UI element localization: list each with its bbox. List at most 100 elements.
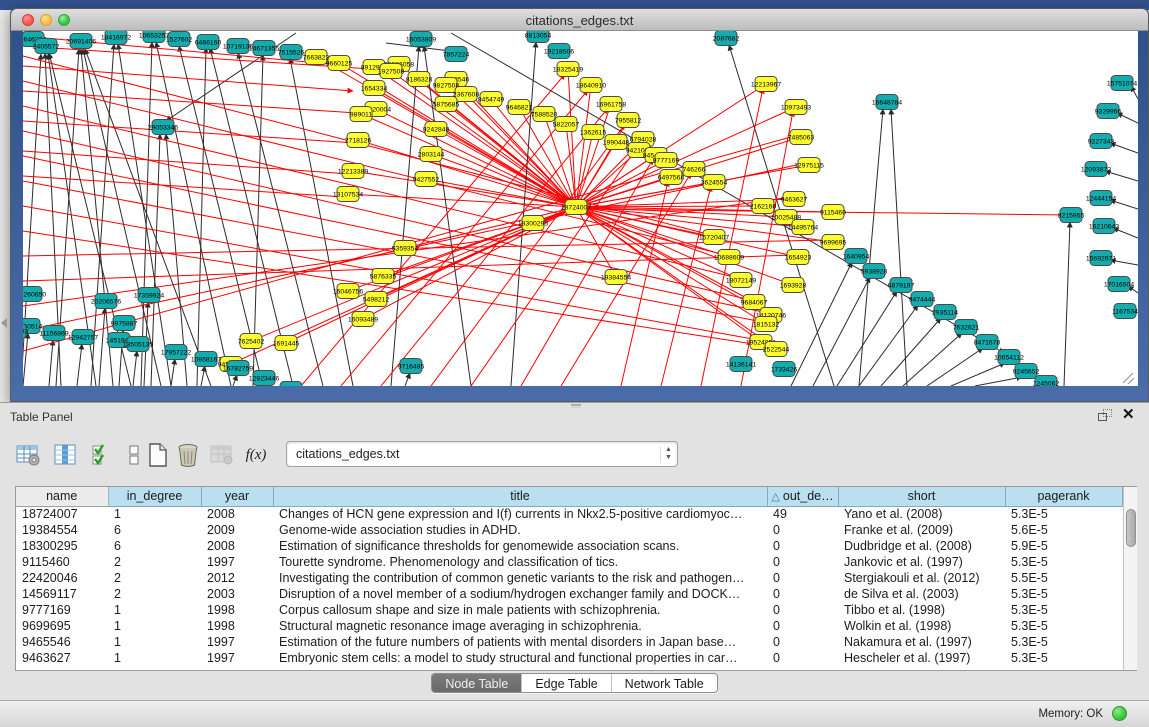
- edge[interactable]: [927, 348, 983, 386]
- network-node-selected[interactable]: 2803144: [418, 147, 445, 162]
- table-cell[interactable]: Corpus callosum shape and size in male p…: [273, 602, 767, 618]
- table-cell[interactable]: de Silva et al. (2003): [838, 586, 1005, 602]
- table-cell[interactable]: Yano et al. (2008): [838, 506, 1005, 522]
- table-cell[interactable]: 2008: [201, 506, 273, 522]
- edge[interactable]: [49, 340, 53, 386]
- network-node-selected[interactable]: 1691445: [273, 336, 300, 351]
- network-node-selected[interactable]: 2162160: [750, 199, 777, 214]
- network-node-selected[interactable]: 10973493: [781, 100, 811, 115]
- network-node[interactable]: 1167534: [1112, 304, 1138, 319]
- table-selector-dropdown[interactable]: citations_edges.txt ▲▼: [286, 441, 678, 467]
- table-row[interactable]: 969969511998Structural magnetic resonanc…: [16, 618, 1122, 634]
- network-node[interactable]: 1733426: [771, 362, 798, 377]
- table-row[interactable]: 946554611997Estimation of the future num…: [16, 634, 1122, 650]
- network-node[interactable]: 16053809: [406, 32, 436, 47]
- network-node[interactable]: 17957222: [161, 345, 191, 360]
- selected-edge[interactable]: [23, 91, 357, 113]
- new-table-icon[interactable]: [144, 441, 172, 469]
- table-cell[interactable]: 5.3E-5: [1005, 602, 1122, 618]
- network-node-selected[interactable]: 989011: [350, 107, 372, 122]
- network-node[interactable]: 12093872: [1081, 162, 1111, 177]
- table-cell[interactable]: Estimation of the future numbers of pati…: [273, 634, 767, 650]
- edge[interactable]: [859, 109, 883, 386]
- table-cell[interactable]: 0: [767, 522, 838, 538]
- column-header-short[interactable]: short: [838, 487, 1005, 506]
- edge[interactable]: [859, 305, 918, 386]
- table-cell[interactable]: 9777169: [16, 602, 108, 618]
- network-node-selected[interactable]: 9660125: [326, 56, 353, 71]
- network-node-selected[interactable]: 2522544: [763, 342, 790, 357]
- tab-network-table[interactable]: Network Table: [612, 674, 717, 692]
- window-titlebar[interactable]: citations_edges.txt: [11, 9, 1148, 31]
- table-cell[interactable]: 14569117: [16, 586, 108, 602]
- table-cell[interactable]: Investigating the contribution of common…: [273, 570, 767, 586]
- selected-edge[interactable]: [374, 88, 576, 207]
- column-header-title[interactable]: title: [273, 487, 767, 506]
- table-scrollbar[interactable]: [1123, 487, 1137, 670]
- network-node-selected[interactable]: 5822057: [553, 117, 580, 132]
- network-node-selected[interactable]: 5875685: [433, 97, 460, 112]
- network-node-selected[interactable]: 3624554: [701, 175, 728, 190]
- network-node-selected[interactable]: 18640910: [576, 78, 606, 93]
- network-node[interactable]: 12444154: [1086, 191, 1116, 206]
- table-cell[interactable]: 9699695: [16, 618, 108, 634]
- table-row[interactable]: 977716911998Corpus callosum shape and si…: [16, 602, 1122, 618]
- network-node-selected[interactable]: 9777169: [653, 153, 680, 168]
- column-header-out_de[interactable]: △ out_de…: [767, 487, 838, 506]
- network-node-selected[interactable]: 18325419: [553, 62, 583, 77]
- table-cell[interactable]: Genome-wide association studies in ADHD.: [273, 522, 767, 538]
- network-node-selected[interactable]: 5876335: [370, 269, 397, 284]
- network-node[interactable]: 13505135: [123, 337, 153, 352]
- network-node[interactable]: 15692971: [1086, 251, 1116, 266]
- selected-edge[interactable]: [566, 124, 576, 207]
- network-node-selected[interactable]: 5359354: [392, 241, 419, 256]
- table-cell[interactable]: 6: [108, 538, 201, 554]
- network-node[interactable]: 12942757: [68, 330, 98, 345]
- network-node-selected[interactable]: 7588520: [531, 107, 558, 122]
- network-node[interactable]: 14671355: [249, 41, 279, 56]
- table-cell[interactable]: 9115460: [16, 554, 108, 570]
- network-node[interactable]: 19218506: [544, 44, 574, 59]
- network-node[interactable]: 14136141: [726, 357, 756, 372]
- table-cell[interactable]: 22420046: [16, 570, 108, 586]
- table-cell[interactable]: Dudbridge et al. (2008): [838, 538, 1005, 554]
- network-node[interactable]: 9975887: [111, 316, 138, 331]
- table-cell[interactable]: 18724007: [16, 506, 108, 522]
- selected-edge[interactable]: [23, 151, 350, 174]
- network-node[interactable]: 9227343: [1088, 134, 1115, 149]
- network-node[interactable]: 12923446: [249, 371, 279, 386]
- table-cell[interactable]: 0: [767, 570, 838, 586]
- network-node-selected[interactable]: 12213389: [338, 164, 368, 179]
- network-node-selected[interactable]: 13107534: [333, 187, 363, 202]
- table-cell[interactable]: Tibbo et al. (1998): [838, 602, 1005, 618]
- network-node-selected[interactable]: 15720407: [699, 230, 729, 245]
- network-node-selected[interactable]: 18724007: [561, 200, 591, 215]
- network-node-selected[interactable]: 9463627: [781, 192, 808, 207]
- function-icon[interactable]: f(x): [242, 441, 270, 469]
- table-row[interactable]: 1456911722003Disruption of a novel membe…: [16, 586, 1122, 602]
- edge[interactable]: [881, 318, 941, 386]
- table-cell[interactable]: 2: [108, 554, 201, 570]
- table-cell[interactable]: 0: [767, 618, 838, 634]
- table-cell[interactable]: 0: [767, 586, 838, 602]
- network-node-selected[interactable]: 2718126: [345, 133, 372, 148]
- network-node-selected[interactable]: 1654334: [361, 81, 388, 96]
- network-node-selected[interactable]: 7625402: [238, 334, 265, 349]
- network-node[interactable]: 16782759: [223, 361, 253, 376]
- network-node[interactable]: 5938928: [861, 264, 888, 279]
- network-node[interactable]: 1549301: [278, 382, 305, 387]
- network-node[interactable]: 17016504: [1104, 277, 1134, 292]
- network-node[interactable]: 1640954: [843, 249, 870, 264]
- network-node[interactable]: 20691406: [66, 34, 96, 49]
- table-cell[interactable]: Stergiakouli et al. (2012): [838, 570, 1005, 586]
- table-cell[interactable]: 2012: [201, 570, 273, 586]
- table-cell[interactable]: 1: [108, 634, 201, 650]
- table-cell[interactable]: 2003: [201, 586, 273, 602]
- network-node[interactable]: 2087682: [713, 31, 740, 46]
- edge[interactable]: [1064, 222, 1070, 386]
- table-cell[interactable]: 1997: [201, 554, 273, 570]
- table-cell[interactable]: Franke et al. (2009): [838, 522, 1005, 538]
- close-panel-icon[interactable]: ✕: [1122, 405, 1135, 423]
- column-header-pagerank[interactable]: pagerank: [1005, 487, 1122, 506]
- edge[interactable]: [233, 375, 237, 386]
